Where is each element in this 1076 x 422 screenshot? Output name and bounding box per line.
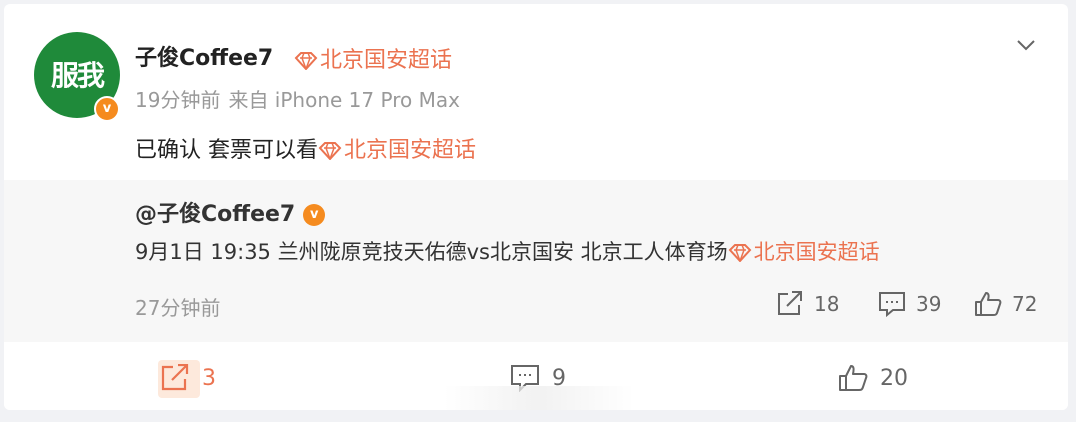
header-topic-link[interactable]: 北京国安超话 (294, 42, 452, 74)
repost-stat-likes-count: 72 (1012, 291, 1038, 316)
post-username[interactable]: 子俊Coffee7 (135, 40, 273, 72)
post-source: 来自 iPhone 17 Pro Max (228, 88, 460, 112)
weibo-post-card: 服我 v 子俊Coffee7 北京国安超话 19分钟前 来自 iPhone 17 … (4, 4, 1068, 410)
repost-stat-comments-count: 39 (916, 291, 942, 316)
post-content-text: 已确认 套票可以看 (135, 138, 318, 163)
repost-button[interactable]: 3 (158, 360, 216, 398)
avatar-text: 服我 (50, 59, 105, 92)
share-icon (778, 290, 802, 315)
chevron-down-icon[interactable] (1016, 38, 1036, 52)
diamond-icon (318, 142, 342, 160)
verified-badge-icon: v (303, 204, 326, 226)
thumbs-up-icon (975, 291, 1002, 316)
header-topic-label: 北京国安超话 (320, 48, 453, 73)
content-topic-link[interactable]: 北京国安超话 (318, 138, 476, 163)
verified-badge-icon: v (94, 96, 120, 122)
like-button-count: 20 (880, 365, 908, 391)
post-content: 已确认 套票可以看 北京国安超话 (135, 132, 476, 164)
repost-text: 9月1日 19:35 兰州陇原竞技天佑德vs北京国安 北京工人体育场 北京国安超… (135, 236, 880, 266)
thumbs-up-icon (839, 365, 868, 391)
repost-stat-reposts[interactable]: 18 (776, 290, 839, 317)
diamond-icon (728, 244, 752, 262)
content-topic-label: 北京国安超话 (344, 138, 477, 163)
repost-stat-likes[interactable]: 72 (974, 290, 1037, 317)
repost-topic-link[interactable]: 北京国安超话 (728, 240, 880, 264)
repost-stat-comments[interactable]: 39 (878, 290, 941, 317)
repost-time[interactable]: 27分钟前 (135, 292, 220, 321)
repost-username[interactable]: @子俊Coffee7 v (135, 196, 326, 228)
repost-text-body: 9月1日 19:35 兰州陇原竞技天佑德vs北京国安 北京工人体育场 (135, 240, 728, 264)
repost-username-text: @子俊Coffee7 (135, 202, 296, 227)
repost-topic-label: 北京国安超话 (753, 240, 880, 264)
post-meta: 19分钟前 来自 iPhone 17 Pro Max (135, 84, 460, 113)
repost-button-count: 3 (202, 365, 216, 391)
like-button[interactable]: 20 (838, 364, 908, 392)
comment-icon (879, 291, 905, 317)
scroll-indicator (444, 386, 634, 410)
repost-stat-reposts-count: 18 (814, 291, 840, 316)
share-icon (161, 363, 189, 391)
reposted-content[interactable]: @子俊Coffee7 v 9月1日 19:35 兰州陇原竞技天佑德vs北京国安 北… (4, 180, 1068, 342)
post-time[interactable]: 19分钟前 (135, 88, 220, 112)
diamond-icon (294, 52, 318, 70)
